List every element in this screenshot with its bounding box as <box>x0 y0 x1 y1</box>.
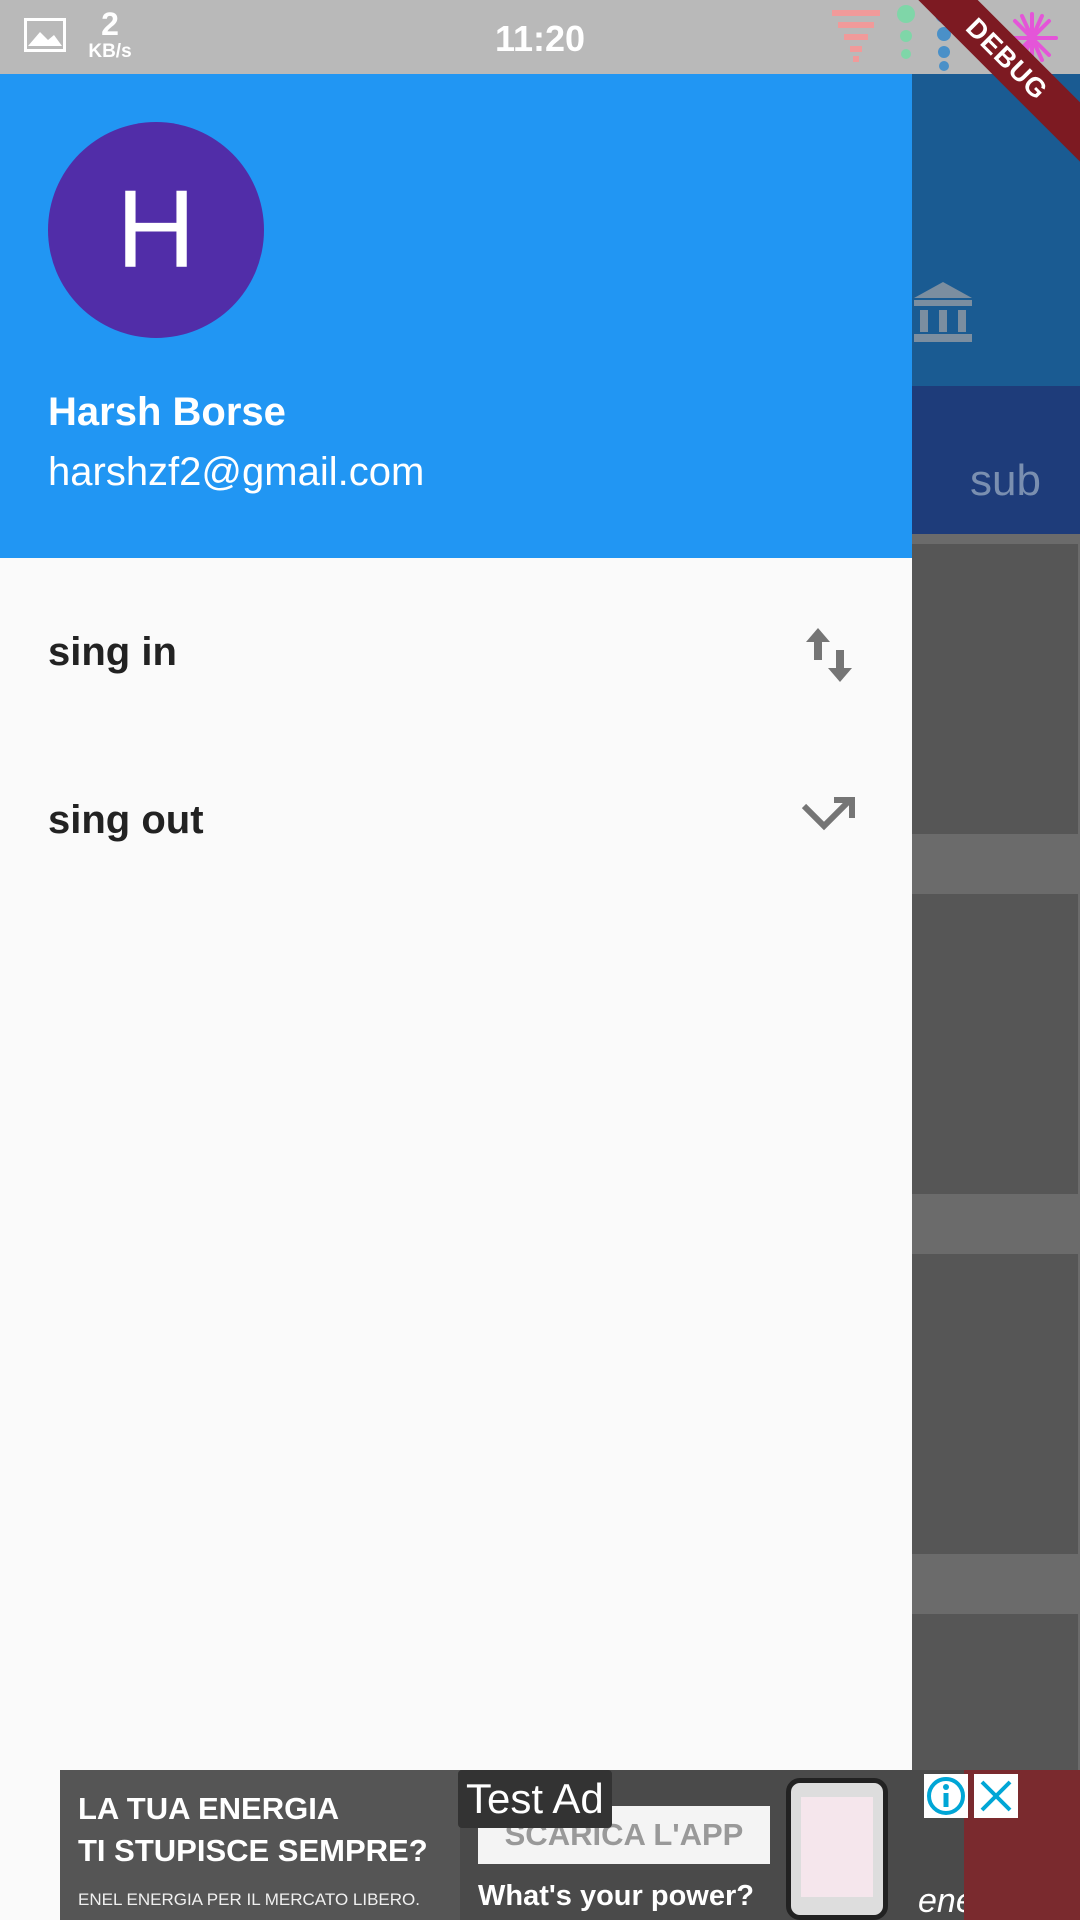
account-email: harshzf2@gmail.com <box>48 450 425 494</box>
background-tab-sub: sub <box>970 456 1041 505</box>
status-bar: 2 KB/s 11:20 58 <box>0 0 1080 74</box>
call-missed-outgoing-icon <box>801 797 855 831</box>
ad-headline-2: TI STUPISCE SEMPRE? <box>78 1833 428 1868</box>
signal-dots-icon <box>897 5 915 59</box>
navigation-drawer: H Harsh Borse harshzf2@gmail.com sing in… <box>0 74 912 1920</box>
test-ad-label: Test Ad <box>458 1770 612 1828</box>
ad-subline: ENEL ENERGIA PER IL MERCATO LIBERO. <box>78 1890 420 1909</box>
menu-item-label: sing out <box>48 798 204 842</box>
account-name: Harsh Borse <box>48 390 286 434</box>
menu-item-label: sing in <box>48 630 177 674</box>
background-card <box>912 544 1078 834</box>
ad-close-icon[interactable] <box>974 1774 1018 1818</box>
data-transfer-icon <box>832 10 880 62</box>
background-card <box>912 894 1078 1194</box>
avatar[interactable]: H <box>48 122 264 338</box>
bank-icon <box>914 282 972 342</box>
ad-phone-screen <box>801 1797 873 1897</box>
ad-phone-image <box>786 1778 888 1920</box>
ad-headline-1: LA TUA ENERGIA <box>78 1791 340 1826</box>
background-list <box>912 534 1080 1920</box>
ad-info-icon[interactable] <box>924 1774 968 1818</box>
drawer-header: H Harsh Borse harshzf2@gmail.com <box>0 74 912 558</box>
ad-headline: LA TUA ENERGIA TI STUPISCE SEMPRE? <box>78 1788 428 1872</box>
background-card <box>912 1254 1078 1554</box>
menu-item-sign-out[interactable]: sing out <box>0 742 912 910</box>
swap-vert-icon <box>806 628 852 682</box>
ad-tagline: What's your power? <box>478 1880 754 1912</box>
status-clock: 11:20 <box>494 18 586 59</box>
background-app: sub <box>912 74 1080 1920</box>
menu-item-sign-in[interactable]: sing in <box>0 574 912 742</box>
